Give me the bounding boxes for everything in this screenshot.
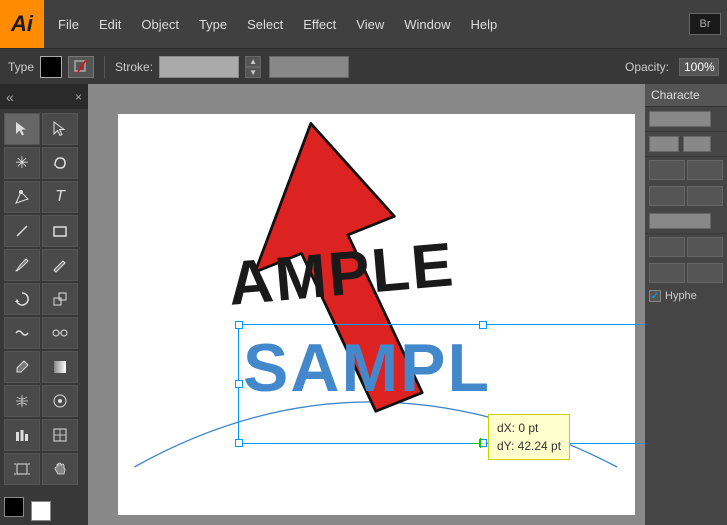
mesh-tool[interactable] [4, 385, 40, 417]
menu-file[interactable]: File [48, 0, 89, 48]
gradient-tool[interactable] [42, 351, 78, 383]
separator-1 [104, 56, 105, 78]
warp-tool[interactable] [4, 317, 40, 349]
transform-tooltip: dX: 0 pt dY: 42.24 pt [488, 414, 570, 460]
font-family-control [645, 107, 727, 132]
tracking-control [645, 209, 727, 234]
tool-type-label: Type [8, 60, 34, 74]
tooltip-dx: dX: 0 pt [497, 419, 561, 437]
align-center-btn[interactable] [687, 160, 723, 180]
stroke-up-btn[interactable]: ▲ [245, 56, 261, 67]
scale-tool[interactable] [42, 283, 78, 315]
background-color[interactable] [31, 501, 51, 521]
main-area: « × ✳ [0, 84, 727, 525]
menu-help[interactable]: Help [460, 0, 507, 48]
align-buttons-row [645, 157, 727, 183]
arrow-tool[interactable] [4, 113, 40, 145]
stroke-style-box[interactable] [269, 56, 349, 78]
more-options-row [645, 260, 727, 286]
align-left-btn[interactable] [649, 160, 685, 180]
slice-tool[interactable] [42, 419, 78, 451]
rect-tool[interactable] [42, 215, 78, 247]
tool-row-6 [4, 283, 84, 315]
stroke-down-btn[interactable]: ▼ [245, 67, 261, 78]
fill-color-swatch[interactable] [40, 56, 62, 78]
menu-edit[interactable]: Edit [89, 0, 131, 48]
tool-row-2: ✳ [4, 147, 84, 179]
indent-btn[interactable] [649, 237, 685, 257]
bridge-badge[interactable]: Br [689, 13, 721, 35]
blue-sample-text: SAMPL [243, 329, 491, 407]
pen-tool[interactable] [4, 181, 40, 213]
tool-row-4 [4, 215, 84, 247]
direct-select-tool[interactable] [42, 113, 78, 145]
menu-type[interactable]: Type [189, 0, 237, 48]
tool-row-11 [4, 453, 84, 485]
menu-items: File Edit Object Type Select Effect View… [44, 0, 689, 48]
tracking-display[interactable] [649, 213, 711, 229]
hyphenation-row: ✓ Hyphe [645, 286, 727, 306]
tool-row-5 [4, 249, 84, 281]
stroke-color-box[interactable] [159, 56, 239, 78]
toolbox-close-icon[interactable]: × [75, 90, 82, 104]
rotate-tool[interactable] [4, 283, 40, 315]
subscript-btn[interactable] [687, 263, 723, 283]
canvas-area: AMPLE SAMPL dX: 0 pt dY: 42.24 pt [88, 84, 645, 525]
leading-display[interactable] [683, 136, 711, 152]
align-buttons-row-2 [645, 183, 727, 209]
tool-row-1 [4, 113, 84, 145]
justify-btn[interactable] [687, 186, 723, 206]
tool-row-7 [4, 317, 84, 349]
menu-select[interactable]: Select [237, 0, 293, 48]
tooltip-dy: dY: 42.24 pt [497, 437, 561, 455]
tools-grid: ✳ T [0, 109, 88, 489]
magic-wand-tool[interactable]: ✳ [4, 147, 40, 179]
symbol-tool[interactable] [42, 385, 78, 417]
tool-row-10 [4, 419, 84, 451]
menu-effect[interactable]: Effect [293, 0, 346, 48]
collapse-icon[interactable]: « [6, 89, 14, 105]
foreground-color[interactable] [4, 497, 24, 517]
toolbox-top: « × [0, 84, 88, 109]
opacity-value[interactable]: 100% [679, 58, 719, 76]
stroke-arrows: ▲ ▼ [245, 56, 261, 78]
outdent-btn[interactable] [687, 237, 723, 257]
menu-bar: Ai File Edit Object Type Select Effect V… [0, 0, 727, 48]
stroke-label: Stroke: [115, 60, 153, 74]
hyphenation-label: Hyphe [665, 290, 697, 302]
lasso-tool[interactable] [42, 147, 78, 179]
tool-row-9 [4, 385, 84, 417]
graph-tool[interactable] [4, 419, 40, 451]
line-tool[interactable] [4, 215, 40, 247]
hyphenation-checkbox[interactable]: ✓ [649, 290, 661, 302]
eyedropper-tool[interactable] [4, 351, 40, 383]
toolbar: Type Stroke: ▲ ▼ Opacity: 100% [0, 48, 727, 84]
tool-row-8 [4, 351, 84, 383]
font-size-control [645, 132, 727, 157]
pencil-tool[interactable] [42, 249, 78, 281]
blend-tool[interactable] [42, 317, 78, 349]
fill-mode-btn[interactable] [68, 56, 94, 78]
tool-row-3: T [4, 181, 84, 213]
opacity-label: Opacity: [625, 60, 669, 74]
menu-object[interactable]: Object [131, 0, 189, 48]
hand-tool[interactable] [42, 453, 78, 485]
paintbrush-tool[interactable] [4, 249, 40, 281]
superscript-btn[interactable] [649, 263, 685, 283]
character-panel-title: Characte [645, 84, 727, 107]
menu-view[interactable]: View [346, 0, 394, 48]
align-right-btn[interactable] [649, 186, 685, 206]
right-panel: Characte ✓ Hyphe [645, 84, 727, 525]
cross-vertical [480, 438, 481, 448]
menu-window[interactable]: Window [394, 0, 460, 48]
ai-logo: Ai [0, 0, 44, 48]
more-align-row [645, 234, 727, 260]
type-tool[interactable]: T [42, 181, 78, 213]
toolbox: « × ✳ [0, 84, 88, 525]
font-size-display[interactable] [649, 136, 679, 152]
font-family-display[interactable] [649, 111, 711, 127]
artboard-tool[interactable] [4, 453, 40, 485]
